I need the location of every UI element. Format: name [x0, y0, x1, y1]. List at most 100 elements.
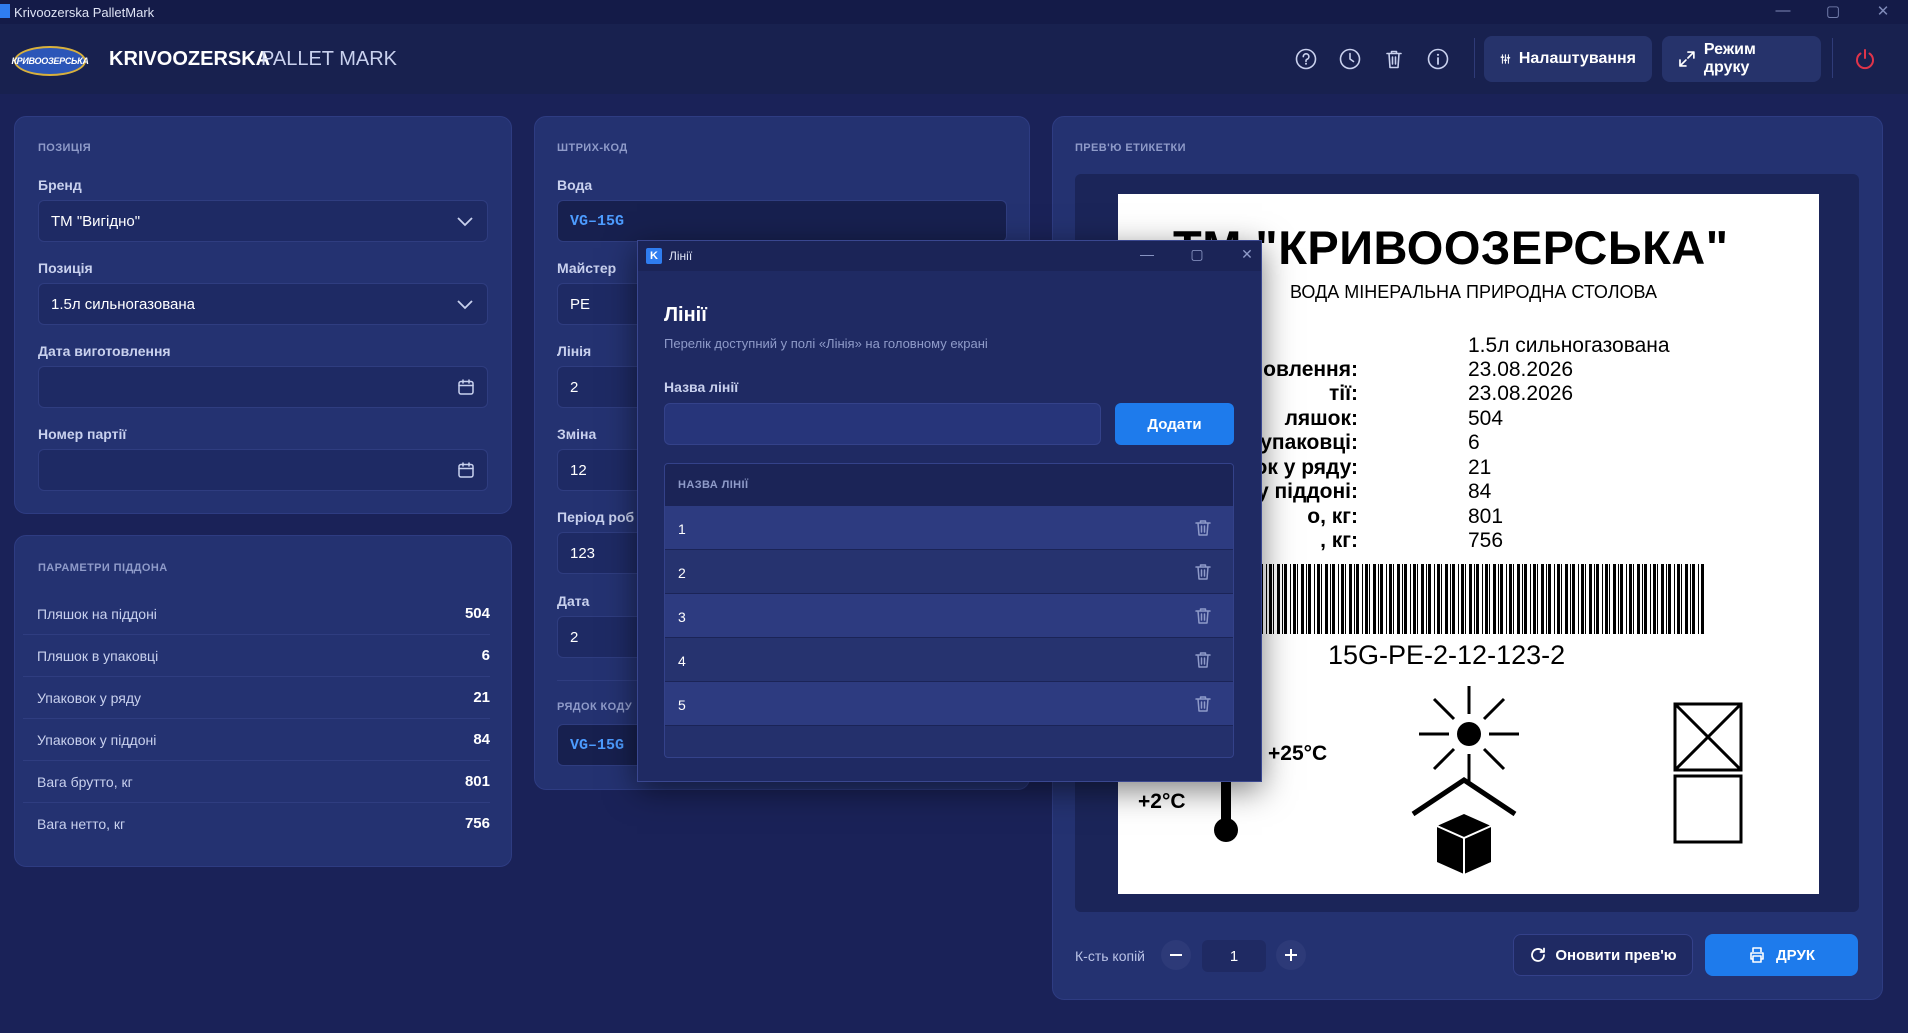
delete-icon[interactable]: [1193, 650, 1213, 670]
param-value: 6: [481, 647, 490, 664]
settings-button[interactable]: Налаштування: [1484, 36, 1652, 82]
barcode-bar: [1692, 564, 1695, 634]
brand-logo: КРИВООЗЕРСЬКА: [11, 46, 89, 76]
barcode-bar: [1321, 564, 1322, 634]
table-row[interactable]: 3: [665, 594, 1233, 638]
barcode-bar: [1626, 564, 1627, 634]
position-select[interactable]: 1.5л сильногазована: [38, 283, 488, 325]
help-icon[interactable]: [1293, 46, 1319, 72]
barcode-bar: [1266, 564, 1267, 634]
line-name-input[interactable]: [664, 403, 1101, 445]
history-icon[interactable]: [1337, 46, 1363, 72]
barcode-bar: [1389, 564, 1392, 634]
delete-icon[interactable]: [1193, 562, 1213, 582]
position-value: 1.5л сильногазована: [51, 295, 195, 313]
param-value: 504: [464, 605, 490, 622]
code-row-title: РЯДОК КОДУ: [557, 701, 633, 713]
barcode-bar: [1546, 564, 1547, 634]
barcode-bar: [1273, 564, 1274, 634]
barcode-bar: [1393, 564, 1394, 634]
dialog-close-button[interactable]: ✕: [1235, 246, 1259, 263]
label-barcode-text: 15G-PE-2-12-123-2: [1328, 640, 1566, 670]
add-line-button[interactable]: Додати: [1115, 403, 1234, 445]
barcode-bar: [1421, 564, 1424, 634]
batch-number-field[interactable]: [38, 449, 488, 491]
barcode-bar: [1282, 564, 1283, 634]
delete-icon[interactable]: [1193, 694, 1213, 714]
delete-icon[interactable]: [1193, 606, 1213, 626]
barcode-bar: [1354, 564, 1355, 634]
barcode-bar: [1332, 564, 1335, 634]
refresh-preview-button[interactable]: Оновити прев'ю: [1513, 934, 1693, 976]
water-code-field[interactable]: VG–15G: [557, 200, 1007, 242]
param-row: Пляшок в упаковці 6: [23, 635, 490, 677]
barcode-bar: [1330, 564, 1331, 634]
brand-select[interactable]: ТМ "Вигідно": [38, 200, 488, 242]
barcode-bar: [1506, 564, 1507, 634]
refresh-preview-label: Оновити прев'ю: [1555, 946, 1677, 964]
power-icon[interactable]: [1852, 46, 1878, 72]
table-row[interactable]: 4: [665, 638, 1233, 682]
dialog-minimize-button[interactable]: —: [1135, 246, 1159, 262]
barcode-bar: [1397, 564, 1400, 634]
barcode-bar: [1701, 564, 1704, 634]
param-row: Упаковок у ряду 21: [23, 677, 490, 719]
barcode-bar: [1356, 564, 1359, 634]
dialog-heading: Лінії: [664, 304, 707, 326]
date-label: Дата: [557, 593, 590, 609]
barcode-bar: [1325, 564, 1328, 634]
param-label: Вага нетто, кг: [37, 816, 126, 832]
print-mode-label: Режим друку: [1703, 41, 1756, 76]
param-value: 21: [473, 689, 490, 706]
table-row[interactable]: 2: [665, 550, 1233, 594]
barcode-bar: [1445, 564, 1448, 634]
copies-input[interactable]: 1: [1202, 940, 1266, 972]
line-label: Лінія: [557, 343, 592, 359]
close-button[interactable]: ✕: [1868, 2, 1898, 20]
param-label: Пляшок на піддоні: [37, 606, 157, 622]
barcode-bar: [1530, 564, 1531, 634]
lines-dialog: K Лінії — ▢ ✕ Лінії Перелік доступний у …: [637, 240, 1262, 782]
manufacture-date-field[interactable]: [38, 366, 488, 408]
barcode-bar: [1522, 564, 1523, 634]
brand-subtitle: PALLET MARK: [261, 48, 397, 70]
dialog-description: Перелік доступний у полі «Лінія» на голо…: [664, 336, 988, 351]
minimize-button[interactable]: —: [1768, 2, 1798, 19]
barcode-bar: [1541, 564, 1544, 634]
param-label: Пляшок в упаковці: [37, 648, 159, 664]
increment-copies-button[interactable]: [1276, 940, 1306, 970]
barcode-bar: [1644, 564, 1647, 634]
brand-name: KRIVOOZERSKA: [109, 48, 271, 70]
decrement-copies-button[interactable]: [1161, 940, 1191, 970]
barcode-bar: [1633, 564, 1634, 634]
calendar-icon[interactable]: [457, 461, 475, 479]
barcode-bar: [1674, 564, 1675, 634]
barcode-bar: [1458, 564, 1459, 634]
table-row[interactable]: 5: [665, 682, 1233, 726]
info-icon[interactable]: [1425, 46, 1451, 72]
refresh-icon: [1531, 947, 1546, 962]
barcode-bar: [1513, 564, 1514, 634]
barcode-bar: [1308, 564, 1311, 634]
calendar-icon[interactable]: [457, 378, 475, 396]
barcode-bar: [1306, 564, 1307, 634]
brand-label: Бренд: [38, 177, 82, 193]
line-name: 3: [678, 609, 686, 625]
print-button[interactable]: ДРУК: [1705, 934, 1858, 976]
table-header: НАЗВА ЛІНІЇ: [665, 464, 1233, 506]
table-row[interactable]: 1: [665, 506, 1233, 550]
trash-icon[interactable]: [1381, 46, 1407, 72]
master-label: Майстер: [557, 260, 617, 276]
print-mode-button[interactable]: Режим друку: [1662, 36, 1821, 82]
shift-label: Зміна: [557, 426, 597, 442]
preview-panel-title: ПРЕВ'Ю ЕТИКЕТКИ: [1075, 142, 1186, 154]
dialog-maximize-button[interactable]: ▢: [1185, 246, 1209, 263]
barcode-bar: [1378, 564, 1379, 634]
delete-icon[interactable]: [1193, 518, 1213, 538]
barcode-bar: [1441, 564, 1442, 634]
barcode-bar: [1578, 564, 1579, 634]
barcode-bar: [1557, 564, 1560, 634]
expand-icon: [1679, 51, 1695, 67]
maximize-button[interactable]: ▢: [1818, 2, 1848, 20]
dialog-titlebar: K Лінії — ▢ ✕: [638, 241, 1261, 271]
